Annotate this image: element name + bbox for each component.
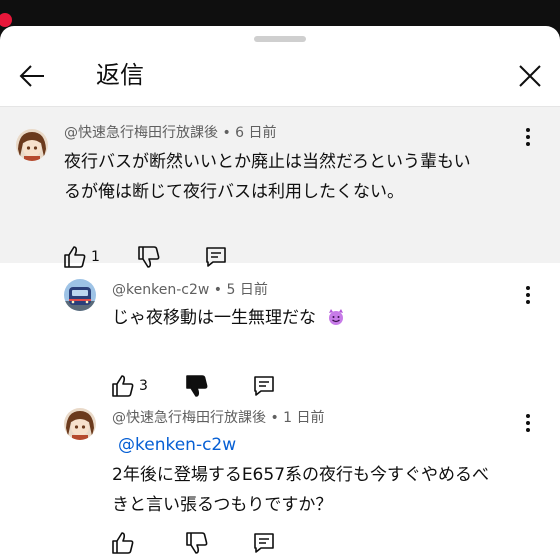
comment-author[interactable]: @快速急行梅田行放課後 bbox=[64, 125, 218, 141]
more-vert-icon bbox=[526, 414, 530, 432]
thumbs-down-icon bbox=[138, 246, 160, 268]
comment-text-line: 夜行バスが断然いいとか廃止は当然だろという輩もい bbox=[64, 152, 471, 172]
more-options-button[interactable] bbox=[518, 282, 538, 308]
reply-button[interactable] bbox=[251, 530, 277, 556]
comment-reply-icon bbox=[206, 247, 226, 267]
avatar[interactable] bbox=[64, 279, 96, 311]
more-vert-icon bbox=[526, 286, 530, 304]
comment-text-line: きと言い張るつもりですか？ bbox=[112, 495, 333, 515]
like-button[interactable] bbox=[110, 530, 136, 556]
dislike-button[interactable] bbox=[136, 244, 162, 270]
status-bar bbox=[0, 0, 560, 26]
comment-meta: @快速急行梅田行放課後 • 1 日前 bbox=[112, 408, 325, 428]
more-vert-icon bbox=[526, 128, 530, 146]
comment-time: 6 日前 bbox=[235, 125, 277, 141]
comment-time: 5 日前 bbox=[226, 282, 268, 298]
avatar[interactable] bbox=[16, 129, 48, 161]
comment-text-line: 2年後に登場するE657系の夜行も今すぐやめるべ bbox=[112, 465, 490, 485]
like-count: 1 bbox=[91, 249, 100, 265]
comment-meta: @kenken-c2w • 5 日前 bbox=[112, 280, 268, 300]
thumbs-down-icon bbox=[186, 532, 208, 554]
dislike-button[interactable] bbox=[184, 530, 210, 556]
comment-text: じゃ夜移動は一生無理だな bbox=[112, 303, 345, 333]
comment-reply-icon bbox=[254, 376, 274, 396]
close-button[interactable] bbox=[512, 58, 548, 94]
replies-sheet: 返信 @快速急行梅田行放課後 • 6 日前 夜行バスが断然いいとか廃止は当然だろ… bbox=[0, 26, 560, 560]
comment-reply-icon bbox=[254, 533, 274, 553]
mention-link[interactable]: @kenken-c2w bbox=[118, 435, 236, 455]
comment-text: 夜行バスが断然いいとか廃止は当然だろという輩もい るが俺は断じて夜行バスは利用し… bbox=[64, 147, 471, 207]
page-title: 返信 bbox=[96, 61, 144, 89]
reply-button[interactable] bbox=[203, 244, 229, 270]
arrow-left-icon bbox=[19, 65, 44, 87]
meta-separator: • bbox=[222, 125, 231, 141]
thumbs-up-icon bbox=[112, 375, 134, 397]
thumbs-up-icon bbox=[64, 246, 86, 268]
parent-comment: @快速急行梅田行放課後 • 6 日前 夜行バスが断然いいとか廃止は当然だろという… bbox=[0, 107, 560, 268]
comment-time: 1 日前 bbox=[283, 410, 325, 426]
thumbs-down-filled-icon bbox=[186, 375, 208, 397]
thumbs-up-icon bbox=[112, 532, 134, 554]
like-button[interactable] bbox=[110, 373, 136, 399]
comment-author[interactable]: @kenken-c2w bbox=[112, 282, 209, 298]
close-icon bbox=[519, 65, 541, 87]
comment-text-line: るが俺は断じて夜行バスは利用したくない。 bbox=[64, 182, 404, 202]
comment-text: @kenken-c2w 2年後に登場するE657系の夜行も今すぐやめるべ きと言… bbox=[112, 430, 489, 520]
more-options-button[interactable] bbox=[518, 410, 538, 436]
reply-button[interactable] bbox=[251, 373, 277, 399]
dislike-button[interactable] bbox=[184, 373, 210, 399]
sheet-header: 返信 bbox=[0, 44, 560, 106]
comment-author[interactable]: @快速急行梅田行放課後 bbox=[112, 410, 266, 426]
smiling-face-with-horns-icon bbox=[327, 308, 345, 326]
comment-text-line: じゃ夜移動は一生無理だな bbox=[112, 308, 316, 328]
more-options-button[interactable] bbox=[518, 124, 538, 150]
like-button[interactable] bbox=[62, 244, 88, 270]
avatar[interactable] bbox=[64, 408, 96, 440]
comment-meta: @快速急行梅田行放課後 • 6 日前 bbox=[64, 123, 277, 143]
drag-handle[interactable] bbox=[254, 36, 306, 42]
back-button[interactable] bbox=[14, 58, 50, 94]
meta-separator: • bbox=[270, 410, 279, 426]
like-count: 3 bbox=[139, 378, 148, 394]
meta-separator: • bbox=[213, 282, 223, 298]
